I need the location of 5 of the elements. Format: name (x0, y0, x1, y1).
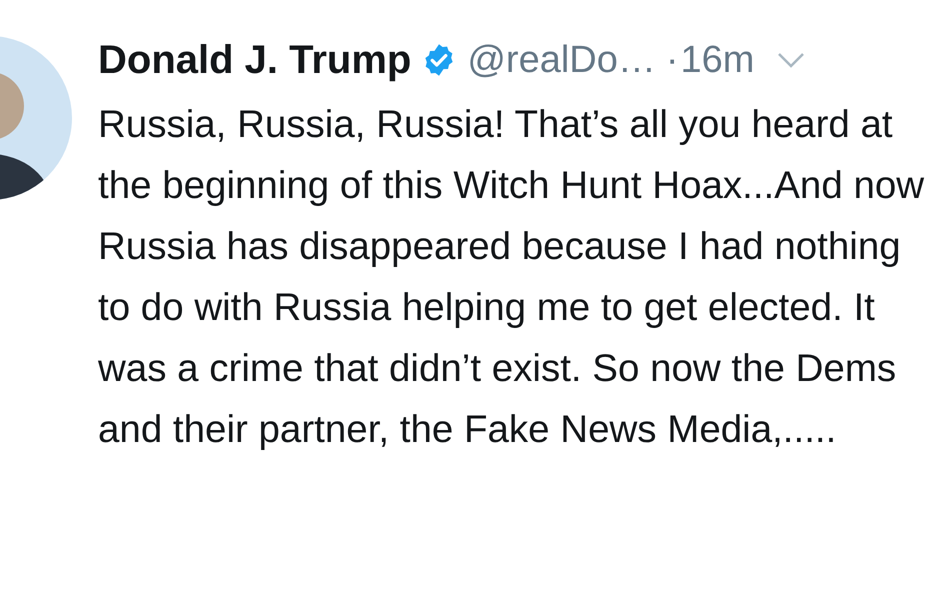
author-name[interactable]: Donald J. Trump (98, 38, 412, 82)
author-handle[interactable]: @realDo… (467, 38, 656, 82)
separator: · (666, 38, 679, 82)
tweet-text: Russia, Russia, Russia! That’s all you heard at the beginning of this Witch Hunt Hoax...And now Russia has disappeared because I had nothing to do with Russia helping me to get elected. It was a crime that didn’t exist. So now the Dems and their partner, the Fake News Media,..... (98, 102, 926, 453)
tweet-time[interactable]: 16m (680, 38, 754, 82)
